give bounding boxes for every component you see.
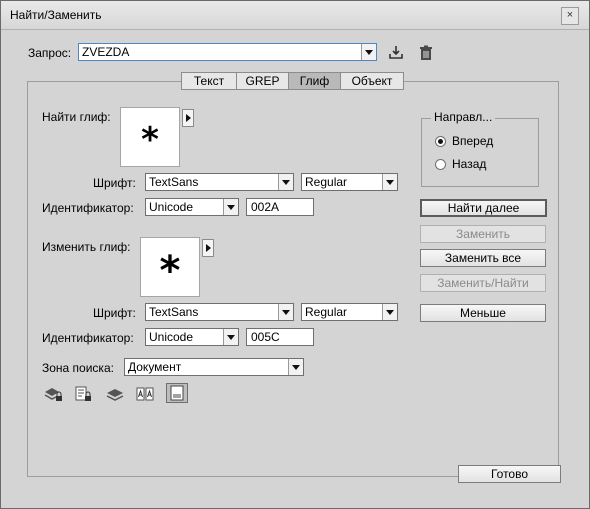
search-scope-label: Зона поиска: bbox=[42, 361, 114, 375]
fewer-options-button[interactable]: Меньше bbox=[420, 304, 546, 322]
change-glyph-preview[interactable]: * bbox=[140, 237, 200, 297]
change-glyph-char: * bbox=[159, 248, 181, 294]
chevron-down-icon[interactable] bbox=[278, 304, 293, 320]
find-replace-dialog: Найти/Заменить × Запрос: ZVEZDA Текст GR… bbox=[0, 0, 590, 509]
include-master-pages-icon[interactable] bbox=[135, 385, 155, 403]
search-scope-value: Документ bbox=[128, 360, 182, 374]
find-font-value: TextSans bbox=[149, 175, 199, 189]
tab-object[interactable]: Объект bbox=[340, 72, 404, 90]
change-style-value: Regular bbox=[305, 305, 348, 319]
change-glyph-menu-arrow[interactable] bbox=[202, 239, 214, 257]
tab-grep[interactable]: GREP bbox=[236, 72, 288, 90]
find-style-select[interactable]: Regular bbox=[301, 173, 398, 191]
direction-backward-radio[interactable] bbox=[435, 159, 446, 170]
include-locked-stories-icon[interactable] bbox=[73, 385, 93, 403]
query-label: Запрос: bbox=[28, 46, 72, 60]
chevron-down-icon[interactable] bbox=[223, 199, 238, 215]
replace-find-button[interactable]: Заменить/Найти bbox=[420, 274, 546, 292]
chevron-down-icon[interactable] bbox=[223, 329, 238, 345]
search-scope-select[interactable]: Документ bbox=[124, 358, 304, 376]
done-button[interactable]: Готово bbox=[458, 465, 561, 483]
direction-title: Направл... bbox=[431, 110, 496, 124]
change-style-select[interactable]: Regular bbox=[301, 303, 398, 321]
find-style-value: Regular bbox=[305, 175, 348, 189]
include-locked-layers-icon[interactable] bbox=[43, 385, 63, 403]
query-value: ZVEZDA bbox=[82, 45, 130, 59]
direction-forward-label[interactable]: Вперед bbox=[452, 134, 493, 148]
find-font-label: Шрифт: bbox=[93, 176, 136, 190]
close-button[interactable]: × bbox=[561, 7, 579, 25]
change-id-type-select[interactable]: Unicode bbox=[145, 328, 239, 346]
find-next-button[interactable]: Найти далее bbox=[420, 199, 547, 217]
change-font-label: Шрифт: bbox=[93, 306, 136, 320]
trash-icon[interactable] bbox=[417, 44, 437, 62]
title-bar[interactable]: Найти/Заменить × bbox=[1, 1, 589, 30]
change-font-value: TextSans bbox=[149, 305, 199, 319]
replace-all-button[interactable]: Заменить все bbox=[420, 249, 546, 267]
chevron-down-icon[interactable] bbox=[382, 174, 397, 190]
change-id-label: Идентификатор: bbox=[42, 331, 134, 345]
change-id-type-value: Unicode bbox=[149, 330, 194, 344]
find-font-select[interactable]: TextSans bbox=[145, 173, 294, 191]
find-glyph-menu-arrow[interactable] bbox=[182, 109, 194, 127]
chevron-down-icon[interactable] bbox=[278, 174, 293, 190]
find-glyph-char: * bbox=[141, 120, 159, 160]
include-hidden-layers-icon[interactable] bbox=[105, 385, 125, 403]
window-title: Найти/Заменить bbox=[10, 8, 102, 22]
find-id-label: Идентификатор: bbox=[42, 201, 134, 215]
direction-backward-label[interactable]: Назад bbox=[452, 157, 486, 171]
save-query-icon[interactable] bbox=[387, 44, 407, 62]
replace-button[interactable]: Заменить bbox=[420, 225, 546, 243]
find-glyph-preview[interactable]: * bbox=[120, 107, 180, 167]
tab-glyph[interactable]: Глиф bbox=[288, 72, 340, 90]
query-select[interactable]: ZVEZDA bbox=[78, 43, 377, 61]
include-footnotes-icon[interactable] bbox=[166, 383, 188, 403]
chevron-down-icon[interactable] bbox=[382, 304, 397, 320]
dialog-body: Запрос: ZVEZDA Текст GREP Глиф Объект На… bbox=[1, 30, 589, 508]
chevron-down-icon[interactable] bbox=[288, 359, 303, 375]
direction-forward-radio[interactable] bbox=[435, 136, 446, 147]
find-id-type-select[interactable]: Unicode bbox=[145, 198, 239, 216]
search-mode-tabs: Текст GREP Глиф Объект bbox=[181, 72, 404, 90]
find-glyph-label: Найти глиф: bbox=[42, 110, 111, 124]
find-id-input[interactable]: 002A bbox=[246, 198, 314, 216]
direction-group bbox=[421, 118, 539, 187]
find-id-type-value: Unicode bbox=[149, 200, 194, 214]
change-font-select[interactable]: TextSans bbox=[145, 303, 294, 321]
tab-text[interactable]: Текст bbox=[181, 72, 236, 90]
chevron-down-icon[interactable] bbox=[361, 44, 376, 60]
change-id-input[interactable]: 005C bbox=[246, 328, 314, 346]
change-glyph-label: Изменить глиф: bbox=[42, 240, 131, 254]
